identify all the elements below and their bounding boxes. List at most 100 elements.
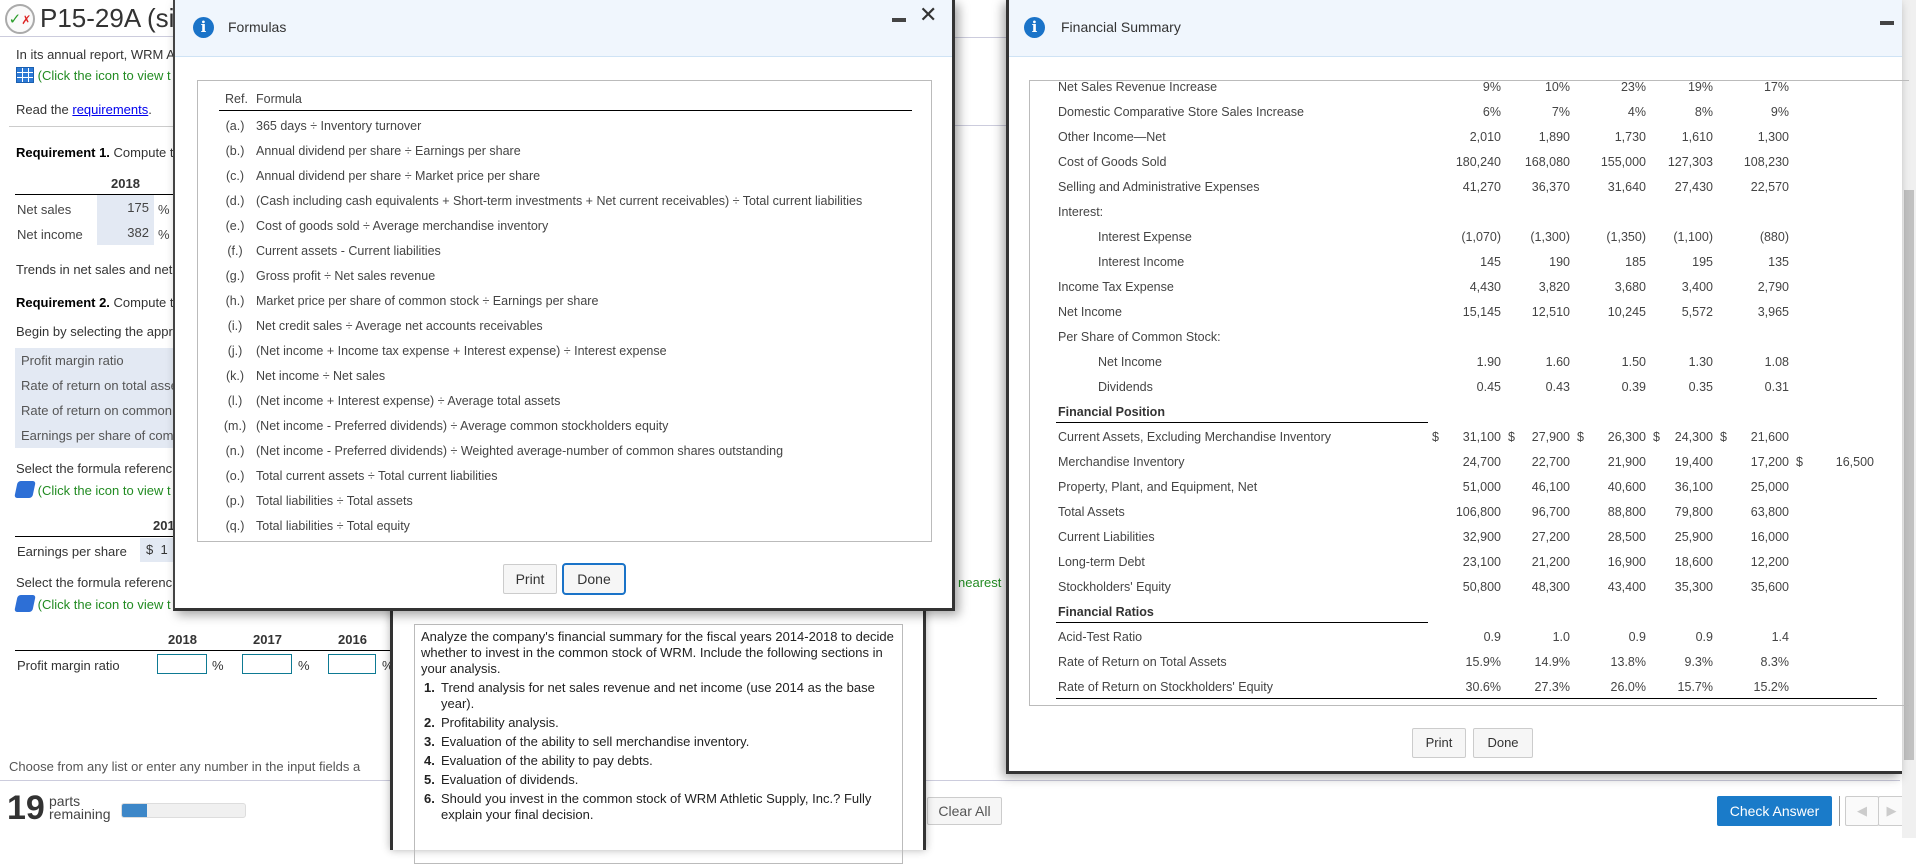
pm-input-2016[interactable] xyxy=(328,654,376,674)
formula-row: (b.) Annual dividend per share ÷ Earnings… xyxy=(198,143,928,159)
view-formulas-link-1[interactable]: (Click the icon to view t xyxy=(14,481,171,499)
value-cell: 2,010 xyxy=(1469,130,1501,144)
value-cell: 26,300 xyxy=(1607,430,1646,444)
item-number: 2. xyxy=(424,715,435,730)
formulas-done-button[interactable]: Done xyxy=(562,563,626,595)
row-label: Net sales xyxy=(17,202,72,217)
requirement-item: 5. Evaluation of dividends. xyxy=(421,772,896,788)
formula-text: Gross profit ÷ Net sales revenue xyxy=(256,269,436,283)
close-icon[interactable]: ✕ xyxy=(919,3,937,28)
value-cell: 10,245 xyxy=(1607,305,1646,319)
item-number: 6. xyxy=(424,791,435,806)
formula-row: (q.) Total liabilities ÷ Total equity xyxy=(198,518,928,534)
value-cell: 190 xyxy=(1549,255,1570,269)
pm-input-2017[interactable] xyxy=(242,654,292,674)
view-data-link[interactable]: (Click the icon to view t xyxy=(16,67,171,84)
summary-row: Current Assets, Excluding Merchandise In… xyxy=(1009,429,1899,445)
summary-row: Interest Expense (1,070) (1,300) (1,350) (1,… xyxy=(1009,229,1899,245)
formula-text: Annual dividend per share ÷ Earnings per… xyxy=(256,144,521,158)
divider xyxy=(1839,796,1840,826)
requirement-item: 1. Trend analysis for net sales revenue a… xyxy=(421,680,896,712)
minimize-icon[interactable] xyxy=(1880,21,1894,25)
summary-print-button[interactable]: Print xyxy=(1412,728,1466,758)
section-divider xyxy=(9,126,179,127)
value-cell: 1.60 xyxy=(1545,355,1570,369)
value-cell: 19,400 xyxy=(1674,455,1713,469)
row-label: Rate of Return on Total Assets xyxy=(1058,655,1227,669)
trends-text: Trends in net sales and net xyxy=(16,262,173,277)
view-formulas-link-2[interactable]: (Click the icon to view t xyxy=(14,595,171,613)
value-cell: 23% xyxy=(1620,80,1646,94)
value-cell: 16,500 xyxy=(1835,455,1874,469)
requirement-item: 2. Profitability analysis. xyxy=(421,715,896,731)
row-label: Interest Expense xyxy=(1098,230,1192,244)
summary-row: Net Income 1.90 1.60 1.50 1.30 1.08 xyxy=(1009,354,1899,370)
formula-row: (k.) Net income ÷ Net sales xyxy=(198,368,928,384)
formula-row: (l.) (Net income + Interest expense) ÷ Av… xyxy=(198,393,928,409)
value-cell: 1.50 xyxy=(1621,355,1646,369)
row-label: Domestic Comparative Store Sales Increas… xyxy=(1058,105,1304,119)
book-icon xyxy=(14,595,36,612)
value-cell: 88,800 xyxy=(1607,505,1646,519)
next-button[interactable]: ▶ xyxy=(1878,796,1904,826)
clear-all-button[interactable]: Clear All xyxy=(927,797,1002,825)
value-cell: 17% xyxy=(1763,80,1789,94)
item-number: 4. xyxy=(424,753,435,768)
formula-ref: (o.) xyxy=(225,469,245,483)
requirements-link[interactable]: requirements xyxy=(72,102,148,117)
formula-text: (Cash including cash equivalents + Short… xyxy=(256,194,863,208)
value-cell: 27,200 xyxy=(1531,530,1570,544)
value-cell: 1.30 xyxy=(1688,355,1713,369)
footer-hint: Choose from any list or enter any number… xyxy=(9,759,361,774)
summary-row: Total Assets 106,800 96,700 88,800 79,800 63,… xyxy=(1009,504,1899,520)
pm-year-2016: 2016 xyxy=(338,632,367,647)
ratio-option[interactable]: Rate of return on common xyxy=(21,403,172,419)
eps-header-rule xyxy=(15,536,175,537)
unit-label: % xyxy=(158,202,170,217)
progress-fill xyxy=(122,804,147,817)
section-rule xyxy=(1056,622,1428,623)
value-cell: 8% xyxy=(1694,105,1713,119)
header-rule xyxy=(219,110,912,111)
minimize-icon[interactable] xyxy=(892,18,906,22)
value-cell: 40,600 xyxy=(1607,480,1646,494)
value-cell: 79,800 xyxy=(1674,505,1713,519)
value-cell: 145 xyxy=(1480,255,1501,269)
check-answer-button[interactable]: Check Answer xyxy=(1717,796,1832,826)
summary-done-button[interactable]: Done xyxy=(1473,728,1533,758)
formula-text: (Net income + Interest expense) ÷ Averag… xyxy=(256,394,561,408)
eps-year-header: 201 xyxy=(153,518,175,533)
row-label: Net Sales Revenue Increase xyxy=(1058,80,1218,94)
summary-row: Financial Ratios xyxy=(1009,604,1899,623)
section-heading: Financial Ratios xyxy=(1058,605,1154,619)
value-cell: 4,430 xyxy=(1469,280,1501,294)
summary-row: Long-term Debt 23,100 21,200 16,900 18,600 12… xyxy=(1009,554,1899,570)
formulas-print-button[interactable]: Print xyxy=(503,564,557,594)
item-text: Trend analysis for net sales revenue and… xyxy=(441,680,875,711)
row-label: Total Assets xyxy=(1058,505,1125,519)
ratio-option[interactable]: Earnings per share of com xyxy=(21,428,173,444)
value-cell: 7% xyxy=(1551,105,1570,119)
ratio-option[interactable]: Rate of return on total asse xyxy=(21,378,178,394)
value-cell: 0.9 xyxy=(1695,630,1713,644)
value-cell: 155,000 xyxy=(1600,155,1646,169)
value-cell: 15.7% xyxy=(1677,680,1713,694)
ratio-option[interactable]: Profit margin ratio xyxy=(21,353,124,369)
req1-year-header: 2018 xyxy=(111,176,140,191)
formula-row: (a.) 365 days ÷ Inventory turnover xyxy=(198,118,928,134)
row-label: Net Income xyxy=(1098,355,1162,369)
previous-button[interactable]: ◀ xyxy=(1845,796,1879,826)
value-cell: (1,350) xyxy=(1606,230,1646,244)
value-cell: 0.39 xyxy=(1621,380,1646,394)
value-cell: 36,370 xyxy=(1531,180,1570,194)
financial-summary-header[interactable]: i Financial Summary xyxy=(1009,0,1902,57)
dollar-sign: $ xyxy=(1796,455,1803,469)
value-cell: 15.9% xyxy=(1465,655,1501,669)
pm-year-2018: 2018 xyxy=(168,632,197,647)
value-cell: 50,800 xyxy=(1462,580,1501,594)
formulas-dialog-title: Formulas xyxy=(228,19,287,35)
row-label: Stockholders' Equity xyxy=(1058,580,1171,594)
pm-input-2018[interactable] xyxy=(157,654,207,674)
value-cell: 3,820 xyxy=(1538,280,1570,294)
formulas-dialog-header[interactable]: i Formulas ✕ xyxy=(175,0,952,57)
